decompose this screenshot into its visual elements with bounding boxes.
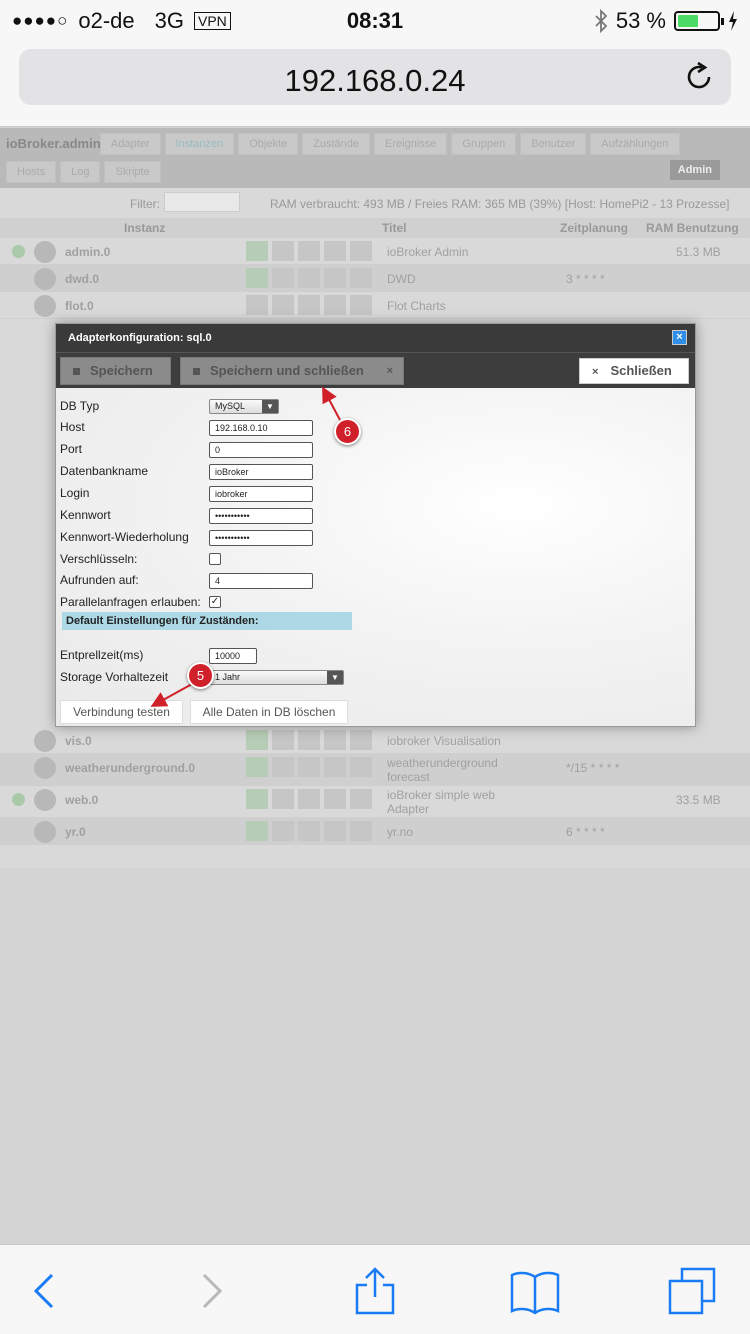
annotation-badge-6: 6: [334, 418, 361, 445]
tabs-icon[interactable]: [668, 1267, 718, 1315]
safari-toolbar: [0, 1244, 750, 1334]
share-icon[interactable]: [350, 1267, 400, 1315]
back-icon[interactable]: [20, 1267, 70, 1315]
annotation-arrows: [150, 386, 341, 707]
annotation-badge-5: 5: [187, 662, 214, 689]
bookmarks-icon[interactable]: [510, 1267, 560, 1315]
forward-icon[interactable]: [186, 1267, 236, 1315]
